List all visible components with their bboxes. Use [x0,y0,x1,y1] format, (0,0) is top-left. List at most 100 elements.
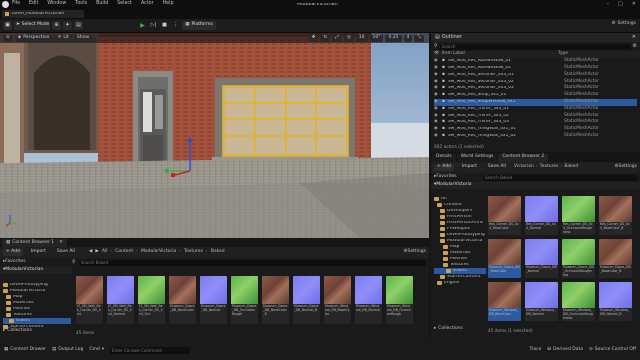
tab-content-browser-2[interactable]: Content Browser 2 [498,153,549,162]
outliner-row[interactable]: ◉ ▪ SM_Mod_Res_ThirdF_3x3_03 StaticMeshActo… [434,119,637,126]
cmd-dropdown[interactable]: Cmd ▾ [89,347,104,353]
outliner-row[interactable]: ◉ ▪ SM_Mod_Res_SecondF_4x3_03 StaticMeshAct… [434,85,637,92]
menu-item-select[interactable]: Select [117,1,132,7]
cb2-root[interactable]: ▾ ModularVictoria [431,182,640,189]
maximize-icon[interactable]: □ [618,2,623,7]
menu-item-tools[interactable]: Tools [75,1,87,7]
step-button[interactable]: ▷| [149,21,158,30]
maximize-viewport-icon[interactable]: ⤡ [414,34,424,42]
grid-snap[interactable]: 10 [355,34,368,42]
cb1-root[interactable]: ▾ ModularVictorian [0,267,72,274]
eye-icon[interactable]: ◉ [434,92,442,97]
cb1-settings-button[interactable]: ⚙ Settings [403,250,426,255]
menu-item-file[interactable]: File [12,1,20,7]
level-tab[interactable]: Level_ModularVictorian [2,10,84,18]
outliner-row[interactable]: ◉ ▪ SM_Mod_Res_ThirdF_3x3_01 StaticMeshActo… [434,106,637,113]
asset-tile[interactable]: Museum_Window_DB_Normal_B [599,282,632,321]
cb2-add-button[interactable]: + Add [434,164,454,171]
cb2-settings-button[interactable]: ⚙ Settings [614,165,637,170]
outliner-row[interactable]: ◉ ▪ SM_Mod_Res_TilingWall_4x1_02 StaticMesh… [434,133,637,140]
eye-icon[interactable]: ◉ [434,58,442,63]
cb2-search-input[interactable] [483,174,637,181]
cb1-favorites[interactable]: ▸ Favorites [3,260,69,265]
breadcrumb-item[interactable]: Baked [211,250,225,255]
asset-tile[interactable]: LT_SM_Wall_Res_Corner_DS_4x4_Occ [138,276,165,324]
outliner-row[interactable]: ◉ ▪ SM_Mod_Res_Shop_4x5_01 StaticMeshActor [434,92,637,99]
asset-tile[interactable]: Res_Corner_DS_4x4_BaseColor [488,196,521,235]
menu-item-actor[interactable]: Actor [141,1,154,7]
asset-tile[interactable]: Res_Corner_DS_4x4_Normal [525,196,558,235]
asset-tile[interactable]: LT_SM_Wall_Res_Corner_DS_4x4 [76,276,103,324]
breadcrumb-item[interactable]: ModularVictoria [141,250,176,255]
translate-tool[interactable]: ✥ [308,34,319,42]
cb2-favorites[interactable]: ▸ Favorites [434,175,480,180]
show-button[interactable]: Show [73,34,93,42]
eye-icon[interactable]: ◉ [434,120,442,125]
menu-item-window[interactable]: Window [47,1,66,7]
blueprint-icon[interactable]: ✦ [63,21,72,30]
console-input[interactable] [110,346,190,354]
select-mode-button[interactable]: ➤ Select Mode [14,21,50,30]
asset-tile[interactable]: Museum_Doors_DB_BaseColor [488,239,521,278]
asset-tile[interactable]: Museum_Doors_DB_OcclusionRoughness [562,239,595,278]
scale-tool[interactable]: ⤢ [332,34,342,42]
camera-speed[interactable]: 4 [403,34,413,42]
eye-icon[interactable]: ◉ [434,79,442,84]
outliner-row[interactable]: ◉ ▪ SM_Mod_Res_Roofwindow_01 StaticMeshActo… [434,58,637,65]
asset-tile[interactable]: Res_Corner_DS_4x4_BaseColor_B [599,196,632,235]
platforms-button[interactable]: ▦ Platforms [182,21,216,30]
asset-tile[interactable]: Museum_Doors_DB_Normal_B [293,276,320,324]
output-log-button[interactable]: ▤ Output Log [52,347,83,353]
sequencer-icon[interactable]: ▤ [74,21,83,30]
cb1-tab[interactable]: ▦ Content Browser 1 ✕ [2,239,67,247]
cb2-import-button[interactable]: Import [459,164,480,171]
tab-details[interactable]: Details [432,153,456,162]
item-label-column[interactable]: Item Label [442,52,558,57]
asset-tile[interactable]: Museum_Doors_DB_BaseColor [169,276,196,324]
minimize-icon[interactable]: – [607,2,610,7]
cb2-save-all-button[interactable]: Save All [485,164,509,171]
cb1-filter-icon[interactable]: ⚲ [72,260,76,265]
back-icon[interactable]: ◀ [89,250,92,255]
cb1-close-icon[interactable]: ✕ [59,240,63,246]
stop-button[interactable]: ■ [160,21,169,30]
asset-tile[interactable]: Museum_Doors_DB_OcclusionRough [231,276,258,324]
eye-icon[interactable]: ◉ [434,126,442,131]
eye-icon[interactable]: ◉ [434,133,442,138]
close-icon[interactable]: ✕ [632,2,636,7]
filter-icon[interactable]: ⚲ [434,44,438,49]
breadcrumb-item[interactable]: All [102,250,108,255]
menu-item-help[interactable]: Help [163,1,174,7]
eye-icon[interactable]: ◉ [434,106,442,111]
perspective-button[interactable]: ◈ Perspective [14,34,53,42]
asset-tile[interactable]: Museum_Window_DB_BaseColor [488,282,521,321]
trace-button[interactable]: Trace [529,347,541,353]
asset-tile[interactable]: LT_SM_Wall_Res_Corner_DS_4x4_Normal [107,276,134,324]
folder-item[interactable]: Engine [434,280,486,286]
source-control-button[interactable]: ⊘ Source Control Off [589,347,636,353]
close-outliner-icon[interactable]: ✕ [632,35,636,40]
asset-tile[interactable]: Museum_Doors_DB_Normal [525,239,558,278]
outliner-settings-icon[interactable]: ⚙ [633,44,637,49]
cb2-collections[interactable]: ▸ Collections [434,326,463,332]
cb1-search-input[interactable] [78,259,426,266]
menu-item-build[interactable]: Build [96,1,108,7]
content-drawer-button[interactable]: ▦ Content Drawer [4,347,46,353]
cb1-import-button[interactable]: Import [28,249,49,256]
forward-icon[interactable]: ▶ [95,250,98,255]
outliner-tab[interactable]: Outliner [442,35,462,40]
breadcrumb-item[interactable]: Victorian [514,165,534,170]
menu-item-edit[interactable]: Edit [29,1,38,7]
lit-button[interactable]: ☀ Lit [54,34,72,42]
rotation-snap[interactable]: 10° [369,34,384,42]
play-button[interactable]: ▶ [138,21,147,30]
cb1-save-all-button[interactable]: Save All [54,249,78,256]
outliner-search-input[interactable] [439,43,631,50]
outliner-row[interactable]: ◉ ▪ SM_Mod_Res_ShopWindow_4x5 StaticMeshAct… [434,98,637,106]
derived-data-button[interactable]: ⛁ Derived Data [547,347,583,353]
eye-icon[interactable]: ◉ [434,113,442,118]
asset-tile[interactable]: Museum_Window_DB_OcclusionRoughness [562,282,595,321]
save-icon[interactable]: ▣ [3,21,12,30]
rotate-tool[interactable]: ↻ [320,34,331,42]
outliner-row[interactable]: ◉ ▪ SM_Mod_Res_TilingWall_4x1_01 StaticMesh… [434,126,637,133]
